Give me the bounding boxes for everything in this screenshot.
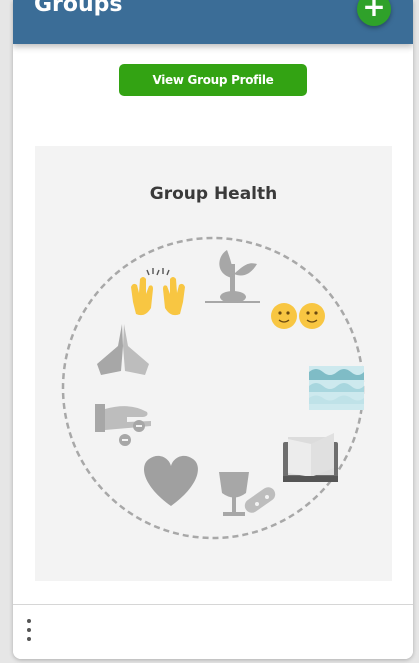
card-footer (13, 604, 413, 659)
plus-icon: + (362, 0, 386, 23)
communion-icon[interactable] (219, 472, 278, 516)
add-group-button[interactable]: + (357, 0, 391, 26)
praying-hands-icon[interactable] (97, 324, 149, 375)
seedling-icon[interactable] (205, 250, 260, 303)
giving-hand-icon[interactable] (95, 404, 151, 446)
view-group-profile-button[interactable]: View Group Profile (119, 64, 307, 96)
page-title: Groups (34, 0, 123, 17)
group-health-circle (61, 236, 365, 540)
heart-icon[interactable] (144, 455, 198, 506)
app-header: Groups + (13, 0, 413, 44)
groups-card: Groups + View Group Profile Group Health (13, 0, 413, 659)
faces-icon[interactable] (271, 303, 325, 329)
raised-hands-icon[interactable] (131, 268, 185, 316)
water-baptism-icon[interactable] (309, 366, 364, 410)
bible-book-icon[interactable] (283, 433, 338, 482)
group-health-panel: Group Health (35, 146, 392, 581)
more-vertical-icon[interactable] (23, 619, 35, 647)
